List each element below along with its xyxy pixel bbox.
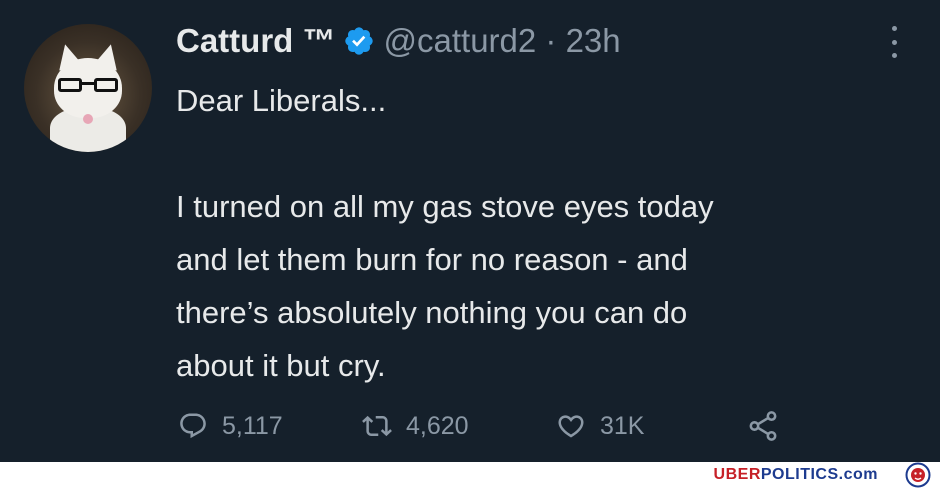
- retweet-icon: [362, 411, 392, 441]
- like-button[interactable]: 31K: [556, 404, 644, 448]
- tweet-card: Catturd ™ @catturd2 · 23h Dear Liberals.…: [0, 0, 940, 462]
- reply-button[interactable]: 5,117: [178, 404, 283, 448]
- brand-part-domain: .com: [838, 466, 878, 483]
- tweet-text: Dear Liberals... I turned on all my gas …: [176, 83, 714, 383]
- handle-and-time[interactable]: @catturd2 · 23h: [384, 22, 621, 60]
- glasses-icon: [58, 78, 120, 94]
- share-icon: [746, 409, 780, 443]
- retweet-count: 4,620: [406, 411, 469, 440]
- tweet-actions: 5,117 4,620 31K: [176, 404, 796, 448]
- share-button[interactable]: [746, 404, 780, 448]
- reply-icon: [178, 411, 208, 441]
- retweet-button[interactable]: 4,620: [362, 404, 469, 448]
- like-count: 31K: [600, 411, 645, 440]
- reply-count: 5,117: [222, 411, 283, 440]
- tweet-header: Catturd ™ @catturd2 · 23h: [176, 22, 621, 60]
- brand-part-uber: UBER: [713, 466, 761, 483]
- avatar[interactable]: [24, 24, 152, 152]
- verified-badge-icon: [343, 25, 375, 57]
- brand-part-politics: POLITICS: [760, 466, 839, 483]
- like-icon: [556, 411, 586, 441]
- display-name[interactable]: Catturd ™: [176, 22, 336, 60]
- collar-bell: [83, 114, 93, 124]
- more-options-icon[interactable]: [882, 26, 906, 58]
- watermark-footer: UBERPOLITICS.com: [0, 462, 940, 488]
- brand-watermark: UBERPOLITICS.com: [714, 466, 878, 484]
- lion-logo-icon: [904, 462, 932, 488]
